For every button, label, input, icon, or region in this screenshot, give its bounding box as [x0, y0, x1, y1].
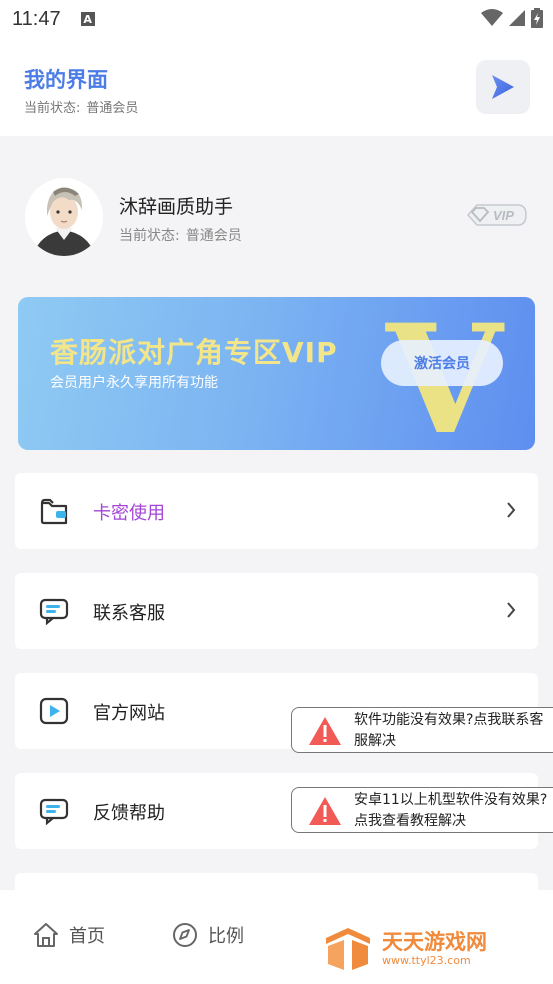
profile-status-label: 当前状态:	[119, 228, 180, 244]
watermark-name: 天天游戏网	[382, 930, 487, 954]
menu-label: 官方网站	[93, 703, 165, 724]
activate-membership-button[interactable]: 激活会员	[381, 340, 503, 386]
nav-item-ratio[interactable]: 比例	[172, 922, 244, 948]
chevron-right-icon	[507, 502, 516, 518]
avatar[interactable]	[25, 178, 103, 256]
menu-label: 联系客服	[93, 603, 165, 624]
video-play-icon	[39, 697, 69, 725]
status-time: 11:47	[12, 7, 61, 30]
nav-item-home[interactable]: 首页	[33, 922, 105, 948]
profile-status-value: 普通会员	[185, 228, 242, 244]
menu-item-card-redeem[interactable]: 卡密使用	[15, 473, 538, 549]
profile-status: 当前状态: 普通会员	[119, 225, 242, 245]
banner-title: 香肠派对广角专区VIP	[50, 336, 338, 369]
toast-text: 安卓11以上机型软件没有效果?点我查看教程解决	[354, 792, 548, 829]
chat-icon	[39, 598, 69, 625]
status-icons	[481, 8, 543, 28]
toast-text: 软件功能没有效果?点我联系客服解决	[354, 712, 544, 749]
signal-icon	[509, 10, 525, 26]
play-triangle-icon	[492, 75, 514, 99]
warning-icon	[309, 717, 341, 745]
toast-contact-support[interactable]: 软件功能没有效果?点我联系客服解决	[291, 707, 553, 753]
battery-icon	[531, 8, 543, 28]
home-icon	[34, 923, 58, 947]
wifi-icon	[481, 9, 503, 26]
watermark-url: www.ttyl23.com	[382, 954, 471, 967]
compass-icon	[173, 923, 197, 947]
vip-banner[interactable]: V 香肠派对广角专区VIP 会员用户永久享用所有功能 激活会员	[18, 297, 535, 450]
toast-android11-help[interactable]: 安卓11以上机型软件没有效果?点我查看教程解决	[291, 787, 553, 833]
profile-name: 沐辞画质助手	[119, 196, 234, 218]
vip-badge: VIP	[464, 202, 528, 232]
wallet-icon	[40, 498, 68, 525]
page-title: 我的界面	[24, 68, 108, 92]
avatar-illustration	[25, 178, 103, 256]
bottom-nav: 首页 比例 天天游戏网 www.ttyl23.com	[0, 890, 553, 984]
header: 我的界面 当前状态: 普通会员	[0, 38, 553, 136]
nav-label: 比例	[208, 926, 244, 947]
menu-label: 卡密使用	[93, 503, 165, 524]
notification-icon: A	[80, 12, 95, 26]
header-status-value: 普通会员	[86, 101, 139, 116]
vip-badge-text: VIP	[493, 208, 514, 223]
warning-icon	[309, 797, 341, 825]
menu-label: 反馈帮助	[93, 803, 165, 824]
chat-icon	[39, 798, 69, 825]
nav-label: 首页	[69, 926, 105, 947]
header-status-label: 当前状态:	[24, 101, 81, 116]
profile-card: 沐辞画质助手 当前状态: 普通会员 VIP	[0, 150, 553, 274]
status-bar: 11:47 A	[0, 0, 553, 38]
play-button[interactable]	[476, 60, 530, 114]
chevron-right-icon	[507, 602, 516, 618]
watermark: 天天游戏网 www.ttyl23.com	[322, 926, 487, 976]
menu-item-contact-support[interactable]: 联系客服	[15, 573, 538, 649]
header-status: 当前状态: 普通会员	[24, 97, 138, 116]
watermark-logo	[326, 928, 370, 970]
banner-subtitle: 会员用户永久享用所有功能	[50, 375, 218, 391]
